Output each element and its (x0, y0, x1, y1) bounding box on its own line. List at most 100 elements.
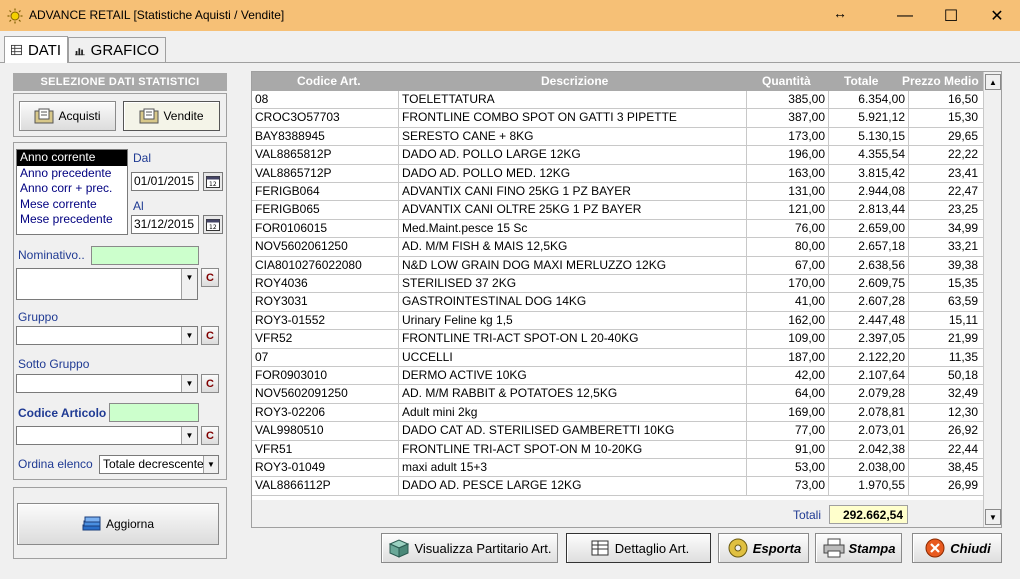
codice-articolo-combo[interactable]: ▼ (16, 426, 198, 445)
chevron-down-icon[interactable]: ▼ (181, 327, 197, 344)
col-quantita-header[interactable]: Quantità (762, 72, 811, 91)
codice-articolo-clear-button[interactable]: C (201, 426, 219, 445)
table-row[interactable]: 07 UCCELLI 187,00 2.122,20 11,35 (252, 348, 984, 367)
col-totale-header[interactable]: Totale (844, 72, 878, 91)
table-row[interactable]: CROC3O57703 FRONTLINE COMBO SPOT ON GATTI… (252, 109, 984, 128)
selection-header: SELEZIONE DATI STATISTICI (13, 73, 227, 91)
statistics-grid[interactable]: Codice Art. Descrizione Quantità Totale … (251, 71, 1002, 528)
table-row[interactable]: ROY4036 STERILISED 37 2KG 170,00 2.609,75 15… (252, 275, 984, 294)
table-row[interactable]: BAY8388945 SERESTO CANE + 8KG 173,00 5.130,… (252, 127, 984, 147)
calendar-icon: 12 (206, 176, 220, 188)
tab-grafico[interactable]: GRAFICO (68, 37, 166, 63)
table-row[interactable]: VAL8865812P DADO AD. POLLO LARGE 12KG 196,… (252, 146, 984, 165)
cell-totale: 2.944,08 (829, 183, 909, 202)
maximize-button[interactable]: ☐ (928, 0, 974, 31)
table-row[interactable]: NOV5602091250 AD. M/M RABBIT & POTATOES 1… (252, 385, 984, 404)
sotto-gruppo-clear-button[interactable]: C (201, 374, 219, 393)
cell-descrizione: STERILISED 37 2KG (399, 275, 747, 294)
table-row[interactable]: ROY3031 GASTROINTESTINAL DOG 14KG 41,00 2.6… (252, 293, 984, 312)
dal-date-field[interactable]: 01/01/2015 (131, 172, 199, 191)
period-option[interactable]: Anno precedente (17, 166, 127, 182)
tab-dati-label: DATI (27, 41, 61, 59)
aggiorna-button[interactable]: Aggiorna (17, 503, 219, 545)
grid-icon (11, 44, 22, 56)
scroll-down-button[interactable]: ▼ (985, 509, 1001, 525)
acquisti-button[interactable]: Acquisti (19, 101, 116, 131)
col-prezzo-header[interactable]: Prezzo Medio (902, 72, 979, 91)
table-row[interactable]: 08 TOELETTATURA 385,00 6.354,00 16,50 (252, 91, 984, 110)
cell-descrizione: DADO AD. POLLO MED. 12KG (399, 164, 747, 183)
table-row[interactable]: VAL8865712P DADO AD. POLLO MED. 12KG 163,0… (252, 164, 984, 183)
col-descrizione-header[interactable]: Descrizione (541, 72, 608, 91)
cell-codice: NOV5602061250 (252, 238, 399, 257)
vertical-scrollbar[interactable]: ▲ ▼ (983, 72, 1001, 527)
cell-quantita: 385,00 (747, 91, 829, 110)
gruppo-combo[interactable]: ▼ (16, 326, 198, 345)
period-option[interactable]: Mese precedente (17, 212, 127, 228)
table-row[interactable]: VFR52 FRONTLINE TRI-ACT SPOT-ON L 20-40KG… (252, 330, 984, 349)
table-row[interactable]: ROY3-01552 Urinary Feline kg 1,5 162,00 2.4… (252, 311, 984, 331)
table-row[interactable]: FERIGB064 ADVANTIX CANI FINO 25KG 1 PZ BA… (252, 183, 984, 202)
cell-descrizione: ADVANTIX CANI FINO 25KG 1 PZ BAYER (399, 183, 747, 202)
table-row[interactable]: ROY3-02206 Adult mini 2kg 169,00 2.078,81 12… (252, 403, 984, 423)
period-option[interactable]: Anno corr + prec. (17, 181, 127, 197)
chevron-down-icon[interactable]: ▼ (203, 456, 218, 473)
chevron-down-icon[interactable]: ▼ (181, 375, 197, 392)
dettaglio-button[interactable]: Dettaglio Art. (566, 533, 711, 563)
period-option[interactable]: Mese corrente (17, 197, 127, 213)
vendite-button[interactable]: Vendite (123, 101, 220, 131)
al-calendar-button[interactable]: 12 (203, 215, 223, 234)
svg-text:12: 12 (209, 181, 217, 188)
cell-totale: 2.078,81 (829, 403, 909, 423)
cell-codice: FERIGB064 (252, 183, 399, 202)
gruppo-clear-button[interactable]: C (201, 326, 219, 345)
cell-prezzo: 23,25 (947, 202, 978, 217)
dal-calendar-button[interactable]: 12 (203, 172, 223, 191)
cell-prezzo: 26,99 (947, 478, 978, 493)
cell-descrizione: DADO CAT AD. STERILISED GAMBERETTI 10KG (399, 422, 747, 441)
gruppo-label: Gruppo (18, 310, 59, 324)
close-window-button[interactable]: ✕ (974, 0, 1020, 31)
stampa-button[interactable]: Stampa (815, 533, 902, 563)
totals-label: Totali (793, 508, 822, 522)
esporta-button[interactable]: Esporta (718, 533, 809, 563)
cell-codice: VFR52 (252, 330, 399, 349)
table-row[interactable]: VAL8866112P DADO AD. PESCE LARGE 12KG 73,0… (252, 477, 984, 496)
table-row[interactable]: ROY3-01049 maxi adult 15+3 53,00 2.038,00 38… (252, 459, 984, 478)
nominativo-combo[interactable]: ▼ (16, 268, 198, 300)
cell-codice: 07 (252, 348, 399, 367)
period-option[interactable]: Anno corrente (17, 150, 127, 166)
cell-descrizione: GASTROINTESTINAL DOG 14KG (399, 293, 747, 312)
chevron-down-icon[interactable]: ▼ (181, 427, 197, 444)
cell-quantita: 80,00 (747, 238, 829, 257)
resize-arrows-icon[interactable]: ↔ (833, 5, 847, 21)
cell-codice: FOR0106015 (252, 219, 399, 239)
table-row[interactable]: VFR51 FRONTLINE TRI-ACT SPOT-ON M 10-20KG… (252, 440, 984, 459)
col-codice-header[interactable]: Codice Art. (297, 72, 361, 91)
cell-quantita: 53,00 (747, 459, 829, 478)
cell-totale: 2.079,28 (829, 385, 909, 404)
nominativo-search-field[interactable] (91, 246, 199, 265)
table-row[interactable]: FOR0106015 Med.Maint.pesce 15 Sc 76,00 2.65… (252, 219, 984, 239)
table-row[interactable]: CIA8010276022080 N&D LOW GRAIN DOG MAXI M… (252, 256, 984, 275)
period-listbox[interactable]: Anno corrente Anno precedente Anno corr … (16, 149, 128, 235)
chevron-down-icon[interactable]: ▼ (181, 269, 197, 299)
table-row[interactable]: FERIGB065 ADVANTIX CANI OLTRE 25KG 1 PZ B… (252, 201, 984, 220)
nominativo-clear-button[interactable]: C (201, 268, 219, 287)
sotto-gruppo-combo[interactable]: ▼ (16, 374, 198, 393)
scroll-up-button[interactable]: ▲ (985, 74, 1001, 90)
aggiorna-label: Aggiorna (105, 517, 155, 531)
cell-totale: 2.038,00 (829, 459, 909, 478)
table-row[interactable]: FOR0903010 DERMO ACTIVE 10KG 42,00 2.107,64… (252, 367, 984, 386)
table-row[interactable]: VAL9980510 DADO CAT AD. STERILISED GAMBER… (252, 422, 984, 441)
table-row[interactable]: NOV5602061250 AD. M/M FISH & MAIS 12,5KG 8… (252, 238, 984, 257)
ordina-select[interactable]: Totale decrescente ▼ (99, 455, 219, 474)
partitario-button[interactable]: Visualizza Partitario Art. (381, 533, 558, 563)
cell-prezzo: 22,44 (947, 441, 978, 456)
chiudi-button[interactable]: Chiudi (912, 533, 1002, 563)
cell-descrizione: Med.Maint.pesce 15 Sc (399, 219, 747, 239)
al-date-field[interactable]: 31/12/2015 (131, 215, 199, 234)
codice-articolo-search-field[interactable] (109, 403, 199, 422)
tab-dati[interactable]: DATI (4, 36, 68, 63)
minimize-button[interactable]: — (882, 0, 928, 31)
